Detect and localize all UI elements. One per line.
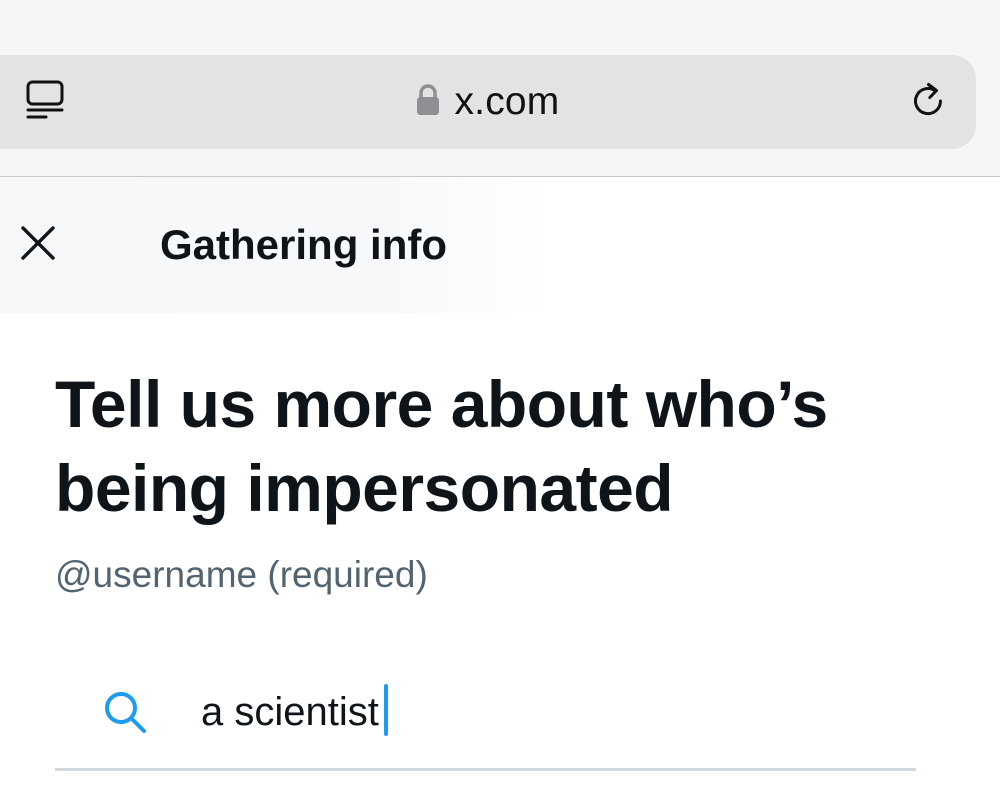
url-container: x.com	[0, 55, 976, 149]
header-title: Gathering info	[160, 221, 447, 268]
close-button[interactable]	[14, 221, 62, 269]
url-field[interactable]: x.com	[416, 80, 559, 124]
browser-toolbar: x.com	[0, 0, 1000, 177]
close-icon	[20, 225, 56, 266]
reload-icon	[906, 79, 950, 128]
page-header: Gathering info	[0, 177, 1000, 313]
page-heading: Tell us more about who’s being impersona…	[55, 367, 828, 525]
tab-overview-icon	[24, 78, 68, 127]
search-icon	[101, 688, 151, 738]
username-search-field[interactable]	[55, 672, 916, 771]
lock-icon	[416, 83, 440, 121]
address-bar[interactable]: x.com	[0, 55, 976, 149]
url-text: x.com	[454, 80, 560, 123]
username-search-input[interactable]	[201, 682, 881, 742]
tab-overview-button[interactable]	[22, 78, 70, 126]
username-field-label: @username (required)	[55, 554, 428, 595]
reload-button[interactable]	[902, 77, 954, 129]
